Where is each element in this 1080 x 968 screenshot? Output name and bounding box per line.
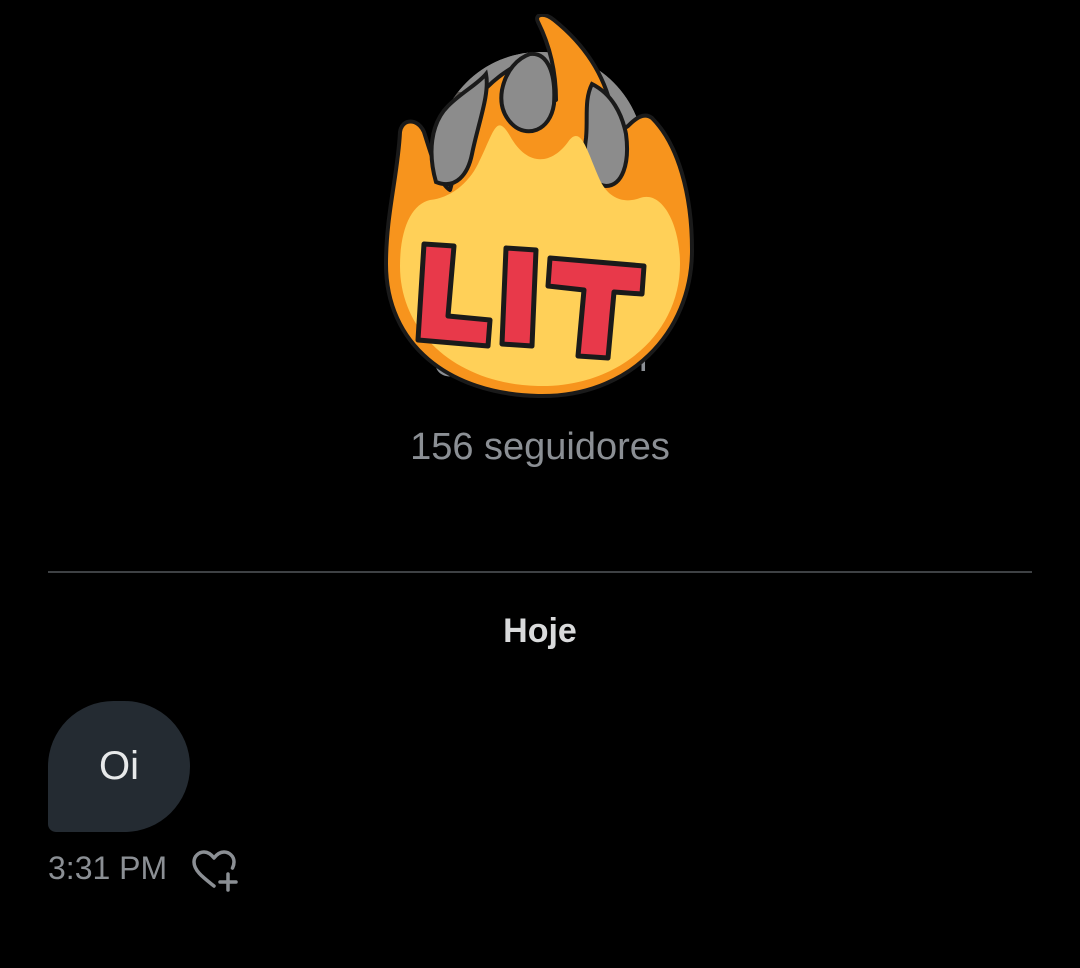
heart-plus-icon <box>192 850 238 892</box>
section-divider <box>48 571 1032 573</box>
followers-count: 156 seguidores <box>410 426 670 468</box>
date-separator: Hoje <box>503 612 577 650</box>
message-text: Oi <box>99 744 139 788</box>
add-reaction-button[interactable] <box>190 850 240 892</box>
message-bubble[interactable]: Oi <box>48 701 190 832</box>
message-timestamp: 3:31 PM <box>48 850 168 886</box>
lit-fire-sticker <box>384 14 694 399</box>
